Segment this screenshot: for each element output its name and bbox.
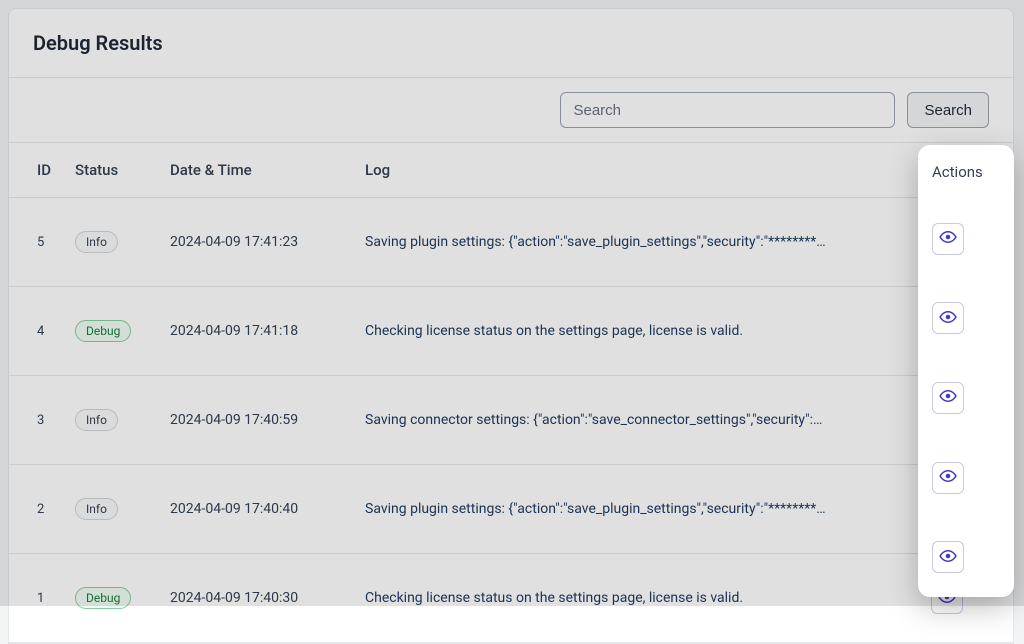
table-row: 1Debug2024-04-09 17:40:30Checking licens… <box>9 554 1013 643</box>
cell-datetime: 2024-04-09 17:41:23 <box>162 198 357 287</box>
eye-icon <box>939 387 957 408</box>
view-log-button[interactable] <box>932 302 964 334</box>
cell-log: Saving plugin settings: {"action":"save_… <box>357 465 923 554</box>
view-log-button[interactable] <box>932 382 964 414</box>
cell-status: Info <box>67 465 162 554</box>
view-log-button[interactable] <box>932 223 964 255</box>
cell-id: 5 <box>9 198 67 287</box>
cell-id: 1 <box>9 554 67 643</box>
cell-id: 3 <box>9 376 67 465</box>
search-button[interactable]: Search <box>907 92 989 128</box>
cell-datetime: 2024-04-09 17:40:59 <box>162 376 357 465</box>
cell-id: 2 <box>9 465 67 554</box>
cell-log: Saving connector settings: {"action":"sa… <box>357 376 923 465</box>
view-log-button[interactable] <box>932 541 964 573</box>
eye-icon <box>939 547 957 568</box>
cell-id: 4 <box>9 287 67 376</box>
spotlight-header: Actions <box>918 145 1014 199</box>
panel-title: Debug Results <box>9 9 1013 78</box>
col-header-id: ID <box>9 143 67 198</box>
cell-log: Saving plugin settings: {"action":"save_… <box>357 198 923 287</box>
toolbar: Search <box>9 78 1013 143</box>
cell-status: Debug <box>67 287 162 376</box>
table-row: 5 Info 2024-04-09 17:41:23Saving plugin se… <box>9 198 1013 287</box>
spotlight-cell <box>918 517 1014 597</box>
col-header-log: Log <box>357 143 923 198</box>
cell-log: Checking license status on the settings … <box>357 554 923 643</box>
eye-icon <box>939 308 957 329</box>
table-row: 2 Info 2024-04-09 17:40:40Saving plugin se… <box>9 465 1013 554</box>
cell-datetime: 2024-04-09 17:41:18 <box>162 287 357 376</box>
eye-icon <box>939 467 957 488</box>
debug-results-panel: Debug Results Search ID Status Date & Ti… <box>8 8 1014 644</box>
eye-icon <box>939 228 957 249</box>
cell-status: Info <box>67 376 162 465</box>
col-header-datetime: Date & Time <box>162 143 357 198</box>
spotlight-cell <box>918 279 1014 359</box>
view-log-button[interactable] <box>932 462 964 494</box>
cell-datetime: 2024-04-09 17:40:30 <box>162 554 357 643</box>
cell-datetime: 2024-04-09 17:40:40 <box>162 465 357 554</box>
status-badge: Debug <box>75 320 131 342</box>
spotlight-cell <box>918 438 1014 518</box>
status-badge: Info <box>75 498 118 520</box>
col-header-status: Status <box>67 143 162 198</box>
actions-column-spotlight: Actions <box>918 145 1014 597</box>
table-row: 4 Debug 2024-04-09 17:41:18Checking licens… <box>9 287 1013 376</box>
spotlight-cell <box>918 199 1014 279</box>
status-badge: Info <box>75 231 118 253</box>
cell-status: Debug <box>67 554 162 643</box>
cell-status: Info <box>67 198 162 287</box>
table-row: 3 Info 2024-04-09 17:40:59Saving connector… <box>9 376 1013 465</box>
search-input[interactable] <box>560 92 895 128</box>
results-table: ID Status Date & Time Log Actions 5Info2… <box>9 143 1013 643</box>
cell-log: Checking license status on the settings … <box>357 287 923 376</box>
spotlight-cell <box>918 358 1014 438</box>
status-badge: Info <box>75 409 118 431</box>
